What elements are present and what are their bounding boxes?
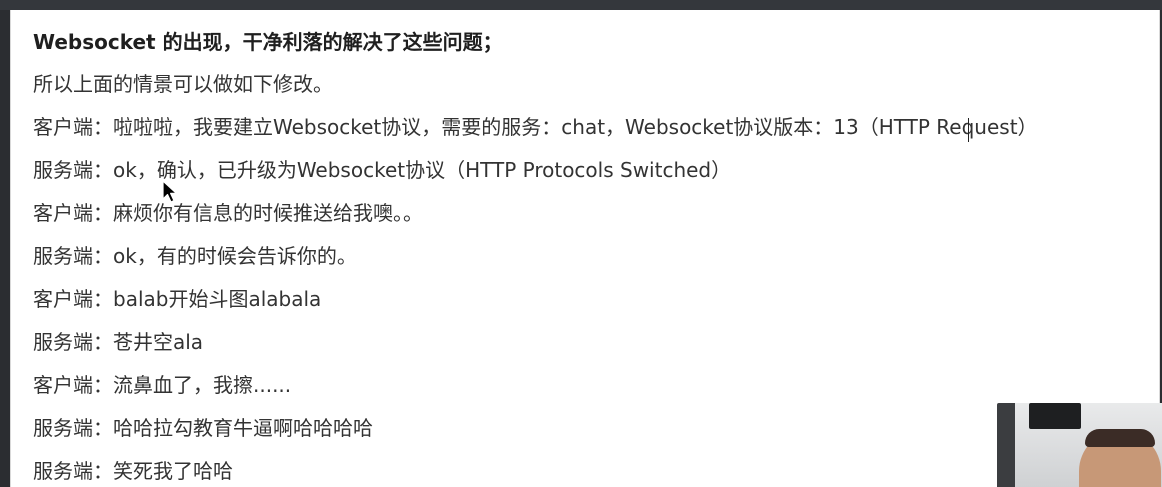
document-line: 客户端：balab开始斗图alabala [33,287,322,311]
document-page: Websocket 的出现，干净利落的解决了这些问题； 所以上面的情景可以做如下… [10,10,1160,487]
document-line: 服务端：ok，有的时候会告诉你的。 [33,244,357,268]
document-line: 客户端：流鼻血了，我擦...... [33,373,292,397]
document-line: 客户端：麻烦你有信息的时候推送给我噢。。 [33,201,423,225]
window-top-bar [0,0,1162,10]
mouse-pointer-icon [162,180,178,203]
document-heading: Websocket 的出现，干净利落的解决了这些问题； [33,30,503,54]
text-caret [968,118,969,142]
document-line: 客户端：啦啦啦，我要建立Websocket协议，需要的服务：chat，Webso… [33,115,1038,139]
document-line: 服务端：笑死我了哈哈 [33,459,233,483]
document-line: 所以上面的情景可以做如下修改。 [33,72,333,96]
presenter-webcam-feed [997,403,1162,487]
document-line: 服务端：哈哈拉勾教育牛逼啊哈哈哈哈 [33,416,373,440]
document-line: 服务端：ok，确认，已升级为Websocket协议（HTTP Protocols… [33,158,732,182]
presenter-hair [1085,429,1155,447]
webcam-shelf [1029,403,1081,429]
webcam-pole [997,403,1015,487]
document-line: 服务端：苍井空ala [33,330,204,354]
